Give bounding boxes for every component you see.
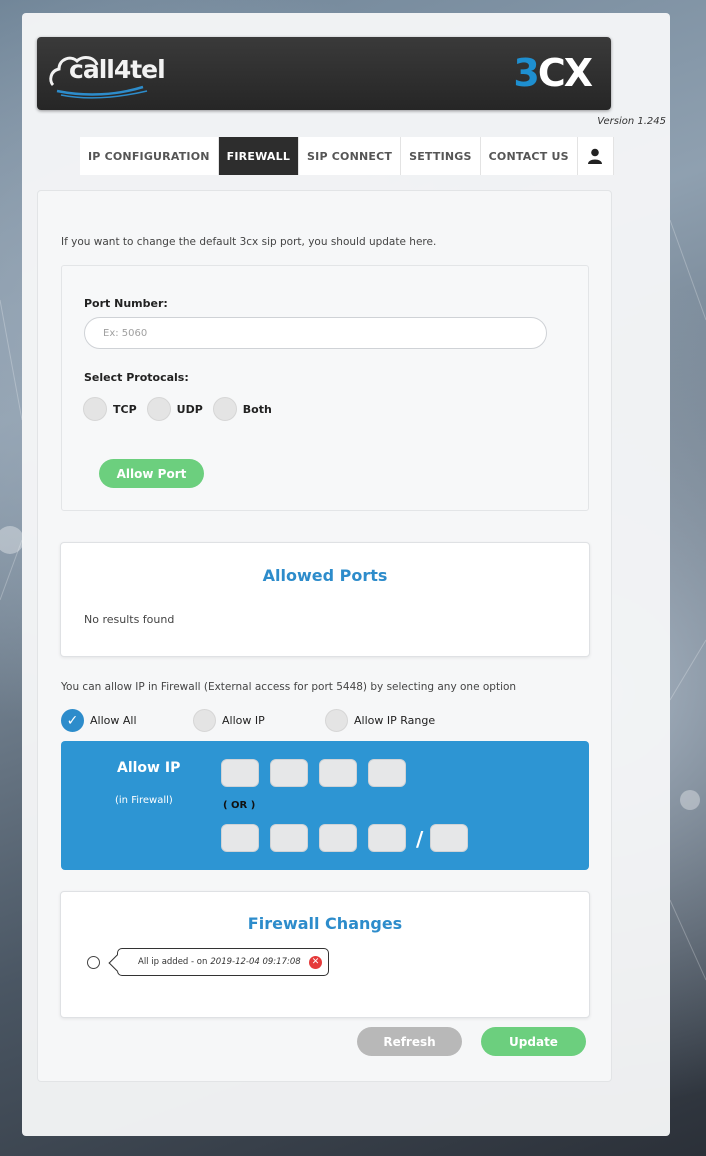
protocol-udp-radio[interactable] xyxy=(146,397,171,421)
ip-octet-3-input[interactable] xyxy=(319,759,357,787)
allow-port-button[interactable]: Allow Port xyxy=(99,459,204,488)
protocol-both-radio[interactable] xyxy=(212,397,237,421)
protocol-tcp-label: TCP xyxy=(113,402,137,416)
or-separator: ( OR ) xyxy=(223,800,256,811)
brand-name: call4tel xyxy=(69,55,166,84)
option-allow-all[interactable]: ✓ Allow All xyxy=(61,709,137,732)
user-icon xyxy=(588,148,603,164)
range-octet-3-input[interactable] xyxy=(319,824,357,852)
tab-sip-connect[interactable]: SIP CONNECT xyxy=(299,137,402,175)
port-settings-box: Port Number: Select Protocals: TCP UDP B… xyxy=(61,265,589,511)
allow-all-radio[interactable]: ✓ xyxy=(61,709,84,732)
protocol-label: Select Protocals: xyxy=(84,371,189,384)
no-results-text: No results found xyxy=(84,613,175,626)
change-entry-bubble: All ip added - on 2019-12-04 09:17:08 ✕ xyxy=(117,948,329,976)
allow-ip-radio[interactable] xyxy=(193,709,216,732)
firewall-panel: If you want to change the default 3cx si… xyxy=(37,190,612,1082)
cidr-slash: / xyxy=(416,827,424,851)
port-number-label: Port Number: xyxy=(84,297,168,310)
ip-firewall-note: You can allow IP in Firewall (External a… xyxy=(61,681,517,693)
option-allow-ip[interactable]: Allow IP xyxy=(193,709,265,732)
firewall-changes-box: Firewall Changes All ip added - on 2019-… xyxy=(60,891,590,1018)
port-number-input[interactable] xyxy=(84,317,547,349)
option-allow-ip-range[interactable]: Allow IP Range xyxy=(325,709,435,732)
allow-ip-subtitle: (in Firewall) xyxy=(115,795,173,806)
protocol-udp-label: UDP xyxy=(176,402,203,416)
allow-all-label: Allow All xyxy=(90,714,137,727)
main-nav: IP CONFIGURATION FIREWALL SIP CONNECT SE… xyxy=(80,137,614,175)
protocol-radio-group: TCP UDP Both xyxy=(83,397,282,421)
change-entry-timestamp: 2019-12-04 09:17:08 xyxy=(210,957,301,967)
ip-octet-4-input[interactable] xyxy=(368,759,406,787)
tab-firewall[interactable]: FIREWALL xyxy=(218,137,300,175)
allow-ip-label: Allow IP xyxy=(222,714,265,727)
tab-ip-configuration[interactable]: IP CONFIGURATION xyxy=(80,137,219,175)
protocol-both-label: Both xyxy=(242,402,272,416)
allow-ip-range-label: Allow IP Range xyxy=(354,714,436,727)
3cx-logo: 3CX xyxy=(513,51,593,95)
ip-octet-1-input[interactable] xyxy=(221,759,259,787)
change-list-item: All ip added - on 2019-12-04 09:17:08 ✕ xyxy=(87,948,329,976)
user-menu-button[interactable] xyxy=(577,137,614,175)
cidr-mask-input[interactable] xyxy=(430,824,468,852)
allowed-ports-title: Allowed Ports xyxy=(262,566,388,585)
change-entry-text: All ip added - on xyxy=(138,957,208,967)
ip-octet-2-input[interactable] xyxy=(270,759,308,787)
protocol-tcp-radio[interactable] xyxy=(83,397,107,421)
allow-ip-panel: Allow IP (in Firewall) ( OR ) / xyxy=(61,741,589,870)
firewall-changes-title: Firewall Changes xyxy=(247,914,403,933)
version-label: Version 1.245 xyxy=(597,116,666,127)
range-octet-4-input[interactable] xyxy=(368,824,406,852)
range-octet-1-input[interactable] xyxy=(221,824,259,852)
allow-ip-range-radio[interactable] xyxy=(325,709,348,732)
tab-settings[interactable]: SETTINGS xyxy=(401,137,481,175)
allow-ip-title: Allow IP xyxy=(117,760,181,776)
call4tel-logo: call4tel xyxy=(47,47,177,99)
allowed-ports-box: Allowed Ports No results found xyxy=(60,542,590,657)
update-button[interactable]: Update xyxy=(481,1027,586,1056)
refresh-button[interactable]: Refresh xyxy=(357,1027,462,1056)
app-header: call4tel 3CX xyxy=(37,37,611,110)
delete-change-icon[interactable]: ✕ xyxy=(309,956,322,969)
tab-contact-us[interactable]: CONTACT US xyxy=(480,137,578,175)
range-octet-2-input[interactable] xyxy=(270,824,308,852)
change-select-radio[interactable] xyxy=(87,955,100,969)
port-intro-text: If you want to change the default 3cx si… xyxy=(61,236,437,248)
